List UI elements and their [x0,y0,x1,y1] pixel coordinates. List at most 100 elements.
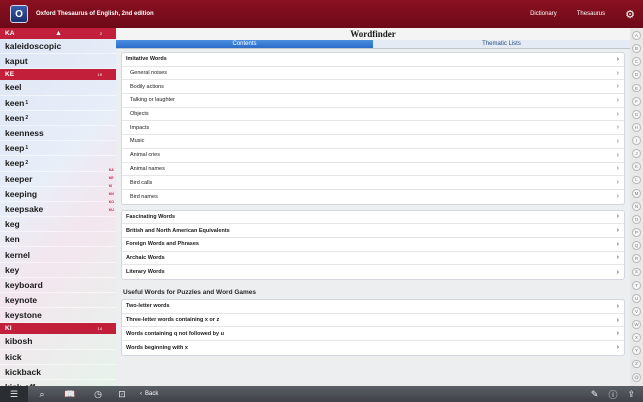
list-item[interactable]: Objects › [122,108,624,122]
share-icon[interactable]: ⇪ [627,388,635,401]
menu-icon[interactable]: ☰ [0,386,28,402]
section-index-mark[interactable]: KN [109,192,114,196]
chevron-right-icon: › [616,165,619,173]
chevron-right-icon: › [616,193,619,201]
alphabet-letter[interactable]: D [632,70,641,80]
list-item[interactable]: Animal cries › [122,149,624,163]
word-list-item[interactable]: keen 2 [0,111,116,126]
list-item[interactable]: Bird calls › [122,176,624,190]
alphabet-letter[interactable]: U [632,293,641,303]
alphabet-letter[interactable]: P [632,228,641,237]
word-list-item[interactable]: key [0,263,116,278]
chevron-right-icon: › [616,213,619,221]
section-index-mark[interactable]: KA [109,168,114,172]
section-index-mark[interactable]: KI [109,184,114,188]
alphabet-letter[interactable]: J [632,149,641,159]
word-list-item[interactable]: keep 2 [0,156,116,172]
chevron-right-icon: › [616,268,619,276]
word-list-item[interactable]: kaput [0,54,116,70]
word-list-item[interactable]: kaleidoscopic [0,39,116,55]
gear-icon[interactable]: ⚙ [625,8,635,21]
word-list-item[interactable]: kickback [0,365,116,380]
alphabet-letter[interactable]: V [632,306,641,316]
alphabet-letter[interactable]: Z [632,359,641,369]
tab-thematic-lists[interactable]: Thematic Lists [373,40,630,48]
section-index-mark[interactable]: KE [109,176,114,180]
alphabet-letter[interactable]: H [632,122,641,132]
list-item[interactable]: Bird names › [122,190,624,204]
list-item[interactable]: Animal names › [122,163,624,177]
list-item[interactable]: Literary Words › [122,265,624,279]
back-button[interactable]: ‹ Back [140,391,158,397]
history-icon[interactable]: ◷ [84,389,112,400]
tab-contents[interactable]: Contents [116,40,373,48]
chevron-right-icon: › [616,302,619,310]
word-list-item[interactable]: kick [0,350,116,365]
search-icon[interactable]: ⌕ [28,389,56,400]
list-item[interactable]: Fascinating Words › [122,211,624,225]
collapse-icon[interactable]: ⊡ [112,389,132,400]
up-arrow-icon[interactable]: ▲ [55,30,62,37]
list-item[interactable]: Bodily actions › [122,80,624,95]
alphabet-letter[interactable]: G [632,109,641,119]
alphabet-letter[interactable]: B [632,44,641,54]
list-item[interactable]: Foreign Words and Phrases › [122,238,624,252]
list-item[interactable]: British and North American Equivalents › [122,224,624,238]
alphabet-letter[interactable]: @ [632,372,641,382]
alphabet-index[interactable]: A B C D E F G H I J K L M N O P Q R S T U V W X Y Z @ [630,28,643,386]
alphabet-letter[interactable]: X [632,333,641,343]
alphabet-letter[interactable]: L [632,175,641,185]
word-list-item[interactable]: keel [0,80,116,96]
word-list-item[interactable]: ken [0,232,116,248]
word-list-item[interactable]: kibosh [0,334,116,350]
alphabet-letter[interactable]: M [632,188,641,198]
section-header: KA 2 ▲ [0,28,116,39]
word-list-item[interactable]: keeper [0,172,116,187]
alphabet-letter[interactable]: S [632,267,641,277]
word-list-item[interactable]: keen 1 [0,96,116,111]
word-list-item[interactable]: keeping [0,187,116,202]
alphabet-letter[interactable]: E [632,83,641,93]
list-item[interactable]: Words containing q not followed by u › [122,327,624,342]
list-item[interactable]: General noises › [122,67,624,81]
word-list-item[interactable]: keystone [0,308,116,324]
alphabet-letter[interactable]: Q [632,241,641,251]
word-list-item[interactable]: keg [0,217,116,233]
thesaurus-link[interactable]: Thesaurus [577,11,605,17]
alphabet-letter[interactable]: Y [632,346,641,356]
section-index-mark[interactable]: KU [109,208,114,212]
word-list-item[interactable]: kernel [0,247,116,263]
alphabet-letter[interactable]: I [632,136,641,146]
edit-icon[interactable]: ✎ [591,388,599,401]
list-item[interactable]: Talking or laughter › [122,94,624,108]
list-item[interactable]: Two-letter words › [122,300,624,314]
alphabet-letter[interactable]: N [632,201,641,211]
list-item[interactable]: Impacts › [122,121,624,136]
alphabet-letter[interactable]: W [632,320,641,329]
word-list-item[interactable]: keep 1 [0,141,116,157]
info-icon[interactable]: ⓘ [608,388,617,401]
word-list-item[interactable]: keynote [0,293,116,309]
list-item[interactable]: Three-letter words containing x or z › [122,314,624,328]
alphabet-letter[interactable]: T [632,280,641,290]
alphabet-letter[interactable]: F [632,96,641,106]
word-list-item[interactable]: keepsake [0,202,116,218]
section-index-strip[interactable]: KA KE KI KN KO KU [109,168,114,212]
list-item[interactable]: Archaic Words › [122,252,624,266]
alphabet-letter[interactable]: O [632,214,641,224]
word-list[interactable]: KA 2 ▲ kaleidoscopic kaput KE 19 keel keen 1 kee… [0,28,116,386]
tab-bar: Contents Thematic Lists [116,40,630,49]
word-list-item[interactable]: keyboard [0,278,116,293]
section-index-mark[interactable]: KO [109,200,114,204]
alphabet-letter[interactable]: C [632,57,641,67]
dictionary-link[interactable]: Dictionary [530,11,557,17]
alphabet-letter[interactable]: R [632,254,641,264]
alphabet-letter[interactable]: A [632,31,641,40]
alphabet-letter[interactable]: K [632,162,641,172]
word-list-item[interactable]: keenness [0,126,116,142]
chevron-right-icon: › [616,137,619,145]
list-item[interactable]: Words beginning with x › [122,341,624,355]
list-item[interactable]: Imitative Words › [122,53,624,67]
book-icon[interactable]: 📖 [56,389,84,400]
list-item[interactable]: Music › [122,135,624,149]
